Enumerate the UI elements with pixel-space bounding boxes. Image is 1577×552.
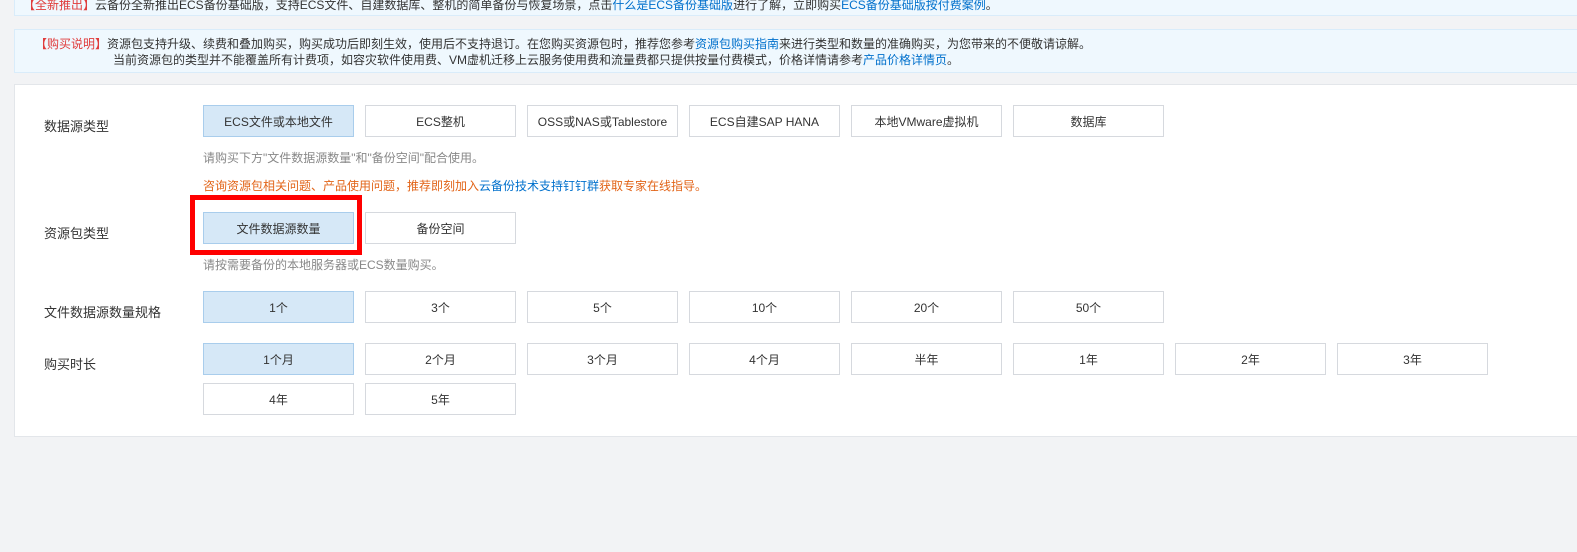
option-backup-space[interactable]: 备份空间 [365,212,516,244]
option-database[interactable]: 数据库 [1013,105,1164,137]
option-ecs-whole[interactable]: ECS整机 [365,105,516,137]
package-type-label: 资源包类型 [44,226,110,241]
datasource-hint: 请购买下方"文件数据源数量"和"备份空间"配合使用。 [203,151,485,165]
new-release-notice: 【全新推出】云备份全新推出ECS备份基础版，支持ECS文件、自建数据库、整机的简… [14,0,1577,16]
purchase-notice: 【购买说明】资源包支持升级、续费和叠加购买，购买成功后即刻生效，使用后不支持退订… [14,29,1577,73]
option-duration-5y[interactable]: 5年 [365,383,516,415]
purchase-guide-link[interactable]: 资源包购买指南 [695,37,779,51]
notice-text: 。 [947,53,960,67]
option-duration-2m[interactable]: 2个月 [365,343,516,375]
option-duration-2y[interactable]: 2年 [1175,343,1326,375]
option-duration-1y[interactable]: 1年 [1013,343,1164,375]
basic-edition-case-link[interactable]: ECS备份基础版按付费案例 [841,0,986,12]
option-duration-3m[interactable]: 3个月 [527,343,678,375]
option-sap-hana[interactable]: ECS自建SAP HANA [689,105,840,137]
datasource-type-options: ECS文件或本地文件 ECS整机 OSS或NAS或Tablestore ECS自… [203,105,1164,137]
spec-options: 1个 3个 5个 10个 20个 50个 [203,291,1164,323]
price-detail-link[interactable]: 产品价格详情页 [863,53,947,67]
notice-text: 资源包支持升级、续费和叠加购买，购买成功后即刻生效，使用后不支持退订。在您购买资… [107,37,696,51]
option-spec-50[interactable]: 50个 [1013,291,1164,323]
notice-text: 进行了解，立即购买 [733,0,842,12]
option-oss-nas[interactable]: OSS或NAS或Tablestore [527,105,678,137]
option-spec-1[interactable]: 1个 [203,291,354,323]
spec-label: 文件数据源数量规格 [44,305,162,320]
option-file-datasource-count[interactable]: 文件数据源数量 [203,212,354,244]
notice-text: 来进行类型和数量的准确购买，为您带来的不便敬请谅解。 [779,37,1092,51]
option-ecs-file[interactable]: ECS文件或本地文件 [203,105,354,137]
duration-options: 1个月 2个月 3个月 4个月 半年 1年 2年 3年 4年 5年 [203,343,1493,415]
notice-tag: 【全新推出】 [23,0,96,12]
notice-tag: 【购买说明】 [35,37,108,51]
option-duration-half-year[interactable]: 半年 [851,343,1002,375]
datasource-type-label: 数据源类型 [44,119,110,134]
notice-text: 。 [985,0,998,12]
option-duration-4y[interactable]: 4年 [203,383,354,415]
package-hint: 请按需要备份的本地服务器或ECS数量购买。 [203,258,444,272]
option-spec-20[interactable]: 20个 [851,291,1002,323]
option-duration-4m[interactable]: 4个月 [689,343,840,375]
package-type-options: 文件数据源数量 备份空间 [203,212,516,244]
option-duration-3y[interactable]: 3年 [1337,343,1488,375]
consult-hint: 咨询资源包相关问题、产品使用问题，推荐即刻加入云备份技术支持钉钉群获取专家在线指… [203,177,707,194]
config-panel: 数据源类型 ECS文件或本地文件 ECS整机 OSS或NAS或Tablestor… [14,84,1577,437]
option-vmware[interactable]: 本地VMware虚拟机 [851,105,1002,137]
duration-label: 购买时长 [44,357,97,372]
option-duration-1m[interactable]: 1个月 [203,343,354,375]
option-spec-5[interactable]: 5个 [527,291,678,323]
consult-text: 咨询资源包相关问题、产品使用问题，推荐即刻加入 [203,179,480,193]
consult-text: 获取专家在线指导。 [599,179,708,193]
option-spec-3[interactable]: 3个 [365,291,516,323]
notice-text: 当前资源包的类型并不能覆盖所有计费项，如容灾软件使用费、VM虚机迁移上云服务使用… [113,53,864,67]
option-spec-10[interactable]: 10个 [689,291,840,323]
basic-edition-link[interactable]: 什么是ECS备份基础版 [612,0,733,12]
notice-text: 云备份全新推出ECS备份基础版，支持ECS文件、自建数据库、整机的简单备份与恢复… [95,0,613,12]
dingtalk-group-link[interactable]: 云备份技术支持钉钉群 [479,179,599,193]
